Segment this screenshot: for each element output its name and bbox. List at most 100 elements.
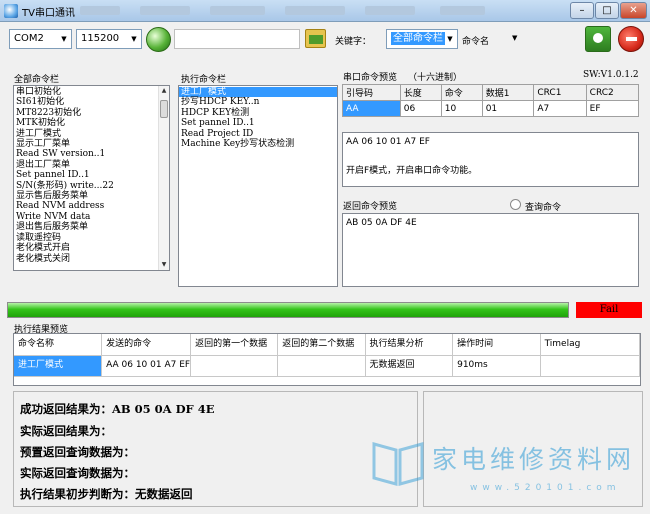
command-list-item[interactable]: Write NVM data	[14, 212, 169, 222]
blurred-tab	[365, 6, 415, 15]
command-name-label: 命令名	[462, 37, 490, 47]
command-list-item[interactable]: SI61初始化	[14, 97, 169, 107]
return-preview-label: 返回命令预览	[343, 202, 398, 212]
minimize-button[interactable]: –	[570, 2, 594, 19]
port-value: COM2	[14, 33, 44, 44]
chevron-down-icon[interactable]: ▼	[512, 34, 517, 42]
title-bar: TV串口通讯 – □ ✕	[0, 0, 650, 22]
globe-icon[interactable]	[146, 27, 171, 52]
exec-list-item[interactable]: 进工厂模式	[179, 87, 337, 98]
cmd-table-cell[interactable]: 01	[481, 100, 535, 117]
result-table-header: 返回的第二个数据	[277, 334, 366, 356]
summary-line-judgement: 执行结果初步判断为：无数据返回	[20, 487, 193, 501]
preview-hex-label: （十六进制）	[408, 73, 463, 83]
watermark-url: www.520101.com	[470, 483, 621, 493]
cmd-table-cell[interactable]: AA	[342, 100, 401, 117]
blurred-tab	[210, 6, 265, 15]
exec-list-item[interactable]: Read Project ID	[179, 129, 337, 139]
blurred-tab	[80, 6, 120, 15]
exec-commands-list[interactable]: 进工厂模式 抄写HDCP KEY..n HDCP KEY检测 Set pannel I…	[178, 85, 338, 287]
query-label: 查询命令	[525, 203, 562, 213]
summary-line-actual-query: 实际返回查询数据为：	[20, 466, 135, 480]
scrollbar[interactable]: ▲ ▼	[158, 86, 169, 270]
progress-bar	[7, 302, 569, 318]
baud-select[interactable]: 115200 ▼	[76, 29, 142, 49]
maximize-button[interactable]: □	[595, 2, 619, 19]
blurred-tab	[440, 6, 485, 15]
result-table-header: 执行结果分析	[365, 334, 454, 356]
cmd-table-cell[interactable]: EF	[585, 100, 640, 117]
status-badge: Fail	[576, 302, 642, 318]
command-list-item[interactable]: MTK初始化	[14, 118, 169, 128]
stop-icon[interactable]	[618, 26, 644, 52]
result-table-cell[interactable]	[190, 355, 279, 377]
command-list-item[interactable]: 进工厂模式	[14, 129, 169, 139]
command-list-item[interactable]: 退出工厂菜单	[14, 160, 169, 170]
command-list-item[interactable]: 串口初始化	[14, 87, 169, 97]
result-table-cell[interactable]: AA 06 10 01 A7 EF	[101, 355, 192, 377]
preview-desc-text: 开启F模式，开启串口命令功能。	[346, 166, 478, 176]
return-textbox[interactable]: AB 05 0A DF 4E	[342, 213, 639, 287]
exec-list-item[interactable]: 抄写HDCP KEY..n	[179, 97, 337, 107]
exec-list-item[interactable]: Machine Key抄写状态检测	[179, 139, 337, 149]
cmd-table-cell[interactable]: 06	[399, 100, 442, 117]
command-list-item[interactable]: 老化模式开启	[14, 243, 169, 253]
preview-hex-text: AA 06 10 01 A7 EF	[346, 137, 430, 147]
result-table: 命令名称 发送的命令 返回的第一个数据 返回的第二个数据 执行结果分析 操作时间 Timel…	[14, 334, 641, 377]
exec-list-item[interactable]: HDCP KEY检测	[179, 108, 337, 118]
command-list-item[interactable]: S/N(条形码) write...22	[14, 181, 169, 191]
cmd-table: 引导码 长度 命令 数据1 CRC1 CRC2 AA 06 10 01 A7 EF	[342, 84, 640, 117]
command-list-item[interactable]: Set pannel ID..1	[14, 170, 169, 180]
cmd-table-header: 数据1	[481, 84, 535, 101]
cmd-table-header: 命令	[440, 84, 483, 101]
chevron-down-icon: ▼	[131, 35, 137, 43]
scroll-down-icon[interactable]: ▼	[159, 260, 169, 270]
app-icon	[4, 4, 18, 18]
close-button[interactable]: ✕	[620, 2, 647, 19]
preview-textbox[interactable]: AA 06 10 01 A7 EF 开启F模式，开启串口命令功能。	[342, 132, 639, 187]
cmd-table-header: CRC2	[585, 84, 640, 101]
cmd-table-header: CRC1	[533, 84, 587, 101]
all-commands-label: 全部命令栏	[14, 75, 60, 85]
command-list-item[interactable]: 显示工厂菜单	[14, 139, 169, 149]
window-title: TV串口通讯	[22, 8, 75, 19]
result-table-cell[interactable]: 无数据返回	[365, 355, 454, 377]
result-table-cell[interactable]: 910ms	[452, 355, 541, 377]
command-list-item[interactable]: Read NVM address	[14, 201, 169, 211]
port-select[interactable]: COM2 ▼	[9, 29, 72, 49]
command-list-item[interactable]: 显示售后服务菜单	[14, 191, 169, 201]
result-table-header: 命令名称	[14, 334, 103, 356]
result-table-box[interactable]: 命令名称 发送的命令 返回的第一个数据 返回的第二个数据 执行结果分析 操作时间 Timel…	[13, 333, 641, 386]
chevron-down-icon: ▼	[447, 35, 453, 43]
keyword-value: 全部命令栏	[391, 32, 445, 45]
result-table-header: 返回的第一个数据	[190, 334, 279, 356]
result-table-cell[interactable]	[277, 355, 366, 377]
result-table-header: Timelag	[540, 334, 641, 356]
result-table-cell[interactable]	[540, 355, 641, 377]
command-list-item[interactable]: Read SW version..1	[14, 149, 169, 159]
summary-panel: 成功返回结果为：AB 05 0A DF 4E 实际返回结果为： 预置返回查询数据…	[13, 391, 418, 507]
return-text: AB 05 0A DF 4E	[346, 218, 417, 228]
connect-icon[interactable]	[585, 26, 611, 52]
cmd-table-cell[interactable]: A7	[533, 100, 587, 117]
command-list-item[interactable]: 老化模式关闭	[14, 254, 169, 264]
all-commands-list[interactable]: 串口初始化 SI61初始化 MT8223初始化 MTK初始化 进工厂模式 显示工厂菜单 Re…	[13, 85, 170, 271]
query-radio[interactable]	[510, 199, 521, 210]
result-table-cell[interactable]: 进工厂模式	[14, 355, 103, 377]
command-list-item[interactable]: 退出售后服务菜单	[14, 222, 169, 232]
command-list-item[interactable]: MT8223初始化	[14, 108, 169, 118]
result-table-header: 发送的命令	[101, 334, 192, 356]
cmd-table-cell[interactable]: 10	[440, 100, 483, 117]
blank-input[interactable]	[174, 29, 300, 49]
scroll-up-icon[interactable]: ▲	[159, 86, 169, 96]
folder-icon[interactable]	[305, 29, 326, 48]
exec-commands-label: 执行命令栏	[181, 75, 227, 85]
exec-list-item[interactable]: Set pannel ID..1	[179, 118, 337, 128]
command-list-item[interactable]: 读取遥控码	[14, 233, 169, 243]
progress-fill	[8, 303, 568, 317]
summary-line-preset: 预置返回查询数据为：	[20, 445, 135, 459]
result-table-header: 操作时间	[452, 334, 541, 356]
keyword-select[interactable]: 全部命令栏 ▼	[386, 29, 458, 49]
keyword-label: 关键字：	[335, 37, 372, 47]
scroll-thumb[interactable]	[160, 100, 168, 118]
